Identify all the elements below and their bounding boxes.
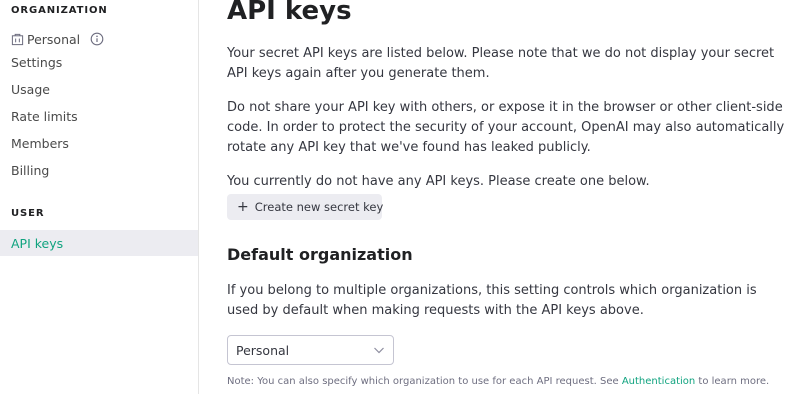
note-suffix: to learn more.: [695, 376, 770, 387]
app-root: ORGANIZATION Personal Settings Usage Rat…: [0, 0, 800, 394]
sidebar-item-members[interactable]: Members: [0, 130, 198, 156]
building-icon: [11, 33, 24, 45]
default-org-select[interactable]: Personal: [227, 335, 394, 365]
info-icon[interactable]: [90, 32, 104, 46]
sidebar-item-rate-limits[interactable]: Rate limits: [0, 103, 198, 129]
plus-icon: +: [237, 199, 249, 215]
intro-text: Your secret API keys are listed below. P…: [227, 46, 775, 81]
chevron-down-icon: [374, 347, 384, 354]
organization-heading: ORGANIZATION: [11, 5, 108, 16]
org-selector[interactable]: Personal: [11, 30, 104, 48]
default-org-description: If you belong to multiple organizations,…: [227, 283, 757, 318]
create-secret-key-button[interactable]: + Create new secret key: [227, 194, 384, 220]
default-org-selected: Personal: [236, 342, 290, 358]
sidebar-item-billing[interactable]: Billing: [0, 157, 198, 183]
default-org-title: Default organization: [227, 245, 413, 264]
sidebar-item-usage[interactable]: Usage: [0, 76, 198, 102]
page-title: API keys: [227, 0, 352, 26]
sidebar-item-api-keys[interactable]: API keys: [0, 230, 198, 256]
default-org-note: Note: You can also specify which organiz…: [227, 376, 787, 387]
note-prefix: Note: You can also specify which organiz…: [227, 376, 622, 387]
sidebar-item-settings[interactable]: Settings: [0, 49, 198, 75]
empty-state-text: You currently do not have any API keys. …: [227, 174, 650, 189]
warning-text: Do not share your API key with others, o…: [227, 100, 785, 155]
org-name: Personal: [27, 31, 81, 47]
user-heading: USER: [11, 208, 45, 219]
create-button-label: Create new secret key: [254, 200, 384, 214]
sidebar: ORGANIZATION Personal Settings Usage Rat…: [0, 0, 199, 394]
authentication-link[interactable]: Authentication: [622, 376, 695, 387]
